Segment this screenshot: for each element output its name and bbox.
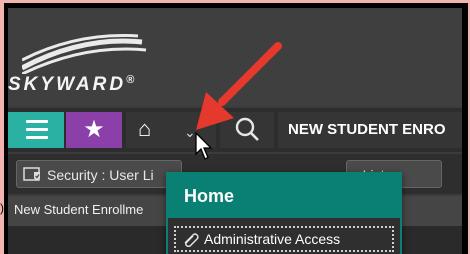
main-menu-button[interactable] <box>8 112 64 148</box>
dropdown-list: Administrative Access <box>168 218 400 254</box>
shield-check-icon <box>23 167 40 181</box>
content-header-text: New Student Enrollme <box>14 202 144 217</box>
menu-item-administrative-access[interactable]: Administrative Access <box>174 226 394 252</box>
red-annotation-arrow <box>196 42 282 130</box>
skyward-app: SKYWARD® ★ ⌂ ⌄ NEW STUDENT ENRO Security… <box>8 8 462 254</box>
brand-logo-text: SKYWARD® <box>8 74 137 96</box>
current-page-title: NEW STUDENT ENRO <box>278 112 462 148</box>
edge-mark: ) <box>0 201 4 215</box>
tab-label: Security : User Li <box>47 167 154 183</box>
home-icon: ⌂ <box>138 116 152 141</box>
menu-item-label: Administrative Access <box>204 231 341 247</box>
star-icon: ★ <box>83 116 105 143</box>
mouse-pointer-icon <box>195 132 213 160</box>
brand-name: SKYWARD <box>8 74 127 95</box>
favorites-button[interactable]: ★ <box>66 112 122 148</box>
brand-trademark: ® <box>126 74 138 86</box>
skyward-swoosh-logo <box>22 34 147 74</box>
paperclip-icon <box>184 233 199 247</box>
dropdown-title: Home <box>184 186 235 206</box>
tab-security-user-list[interactable]: Security : User Li <box>16 160 182 188</box>
hamburger-icon <box>26 120 48 140</box>
home-dropdown-menu: Home Administrative Access <box>166 172 402 254</box>
